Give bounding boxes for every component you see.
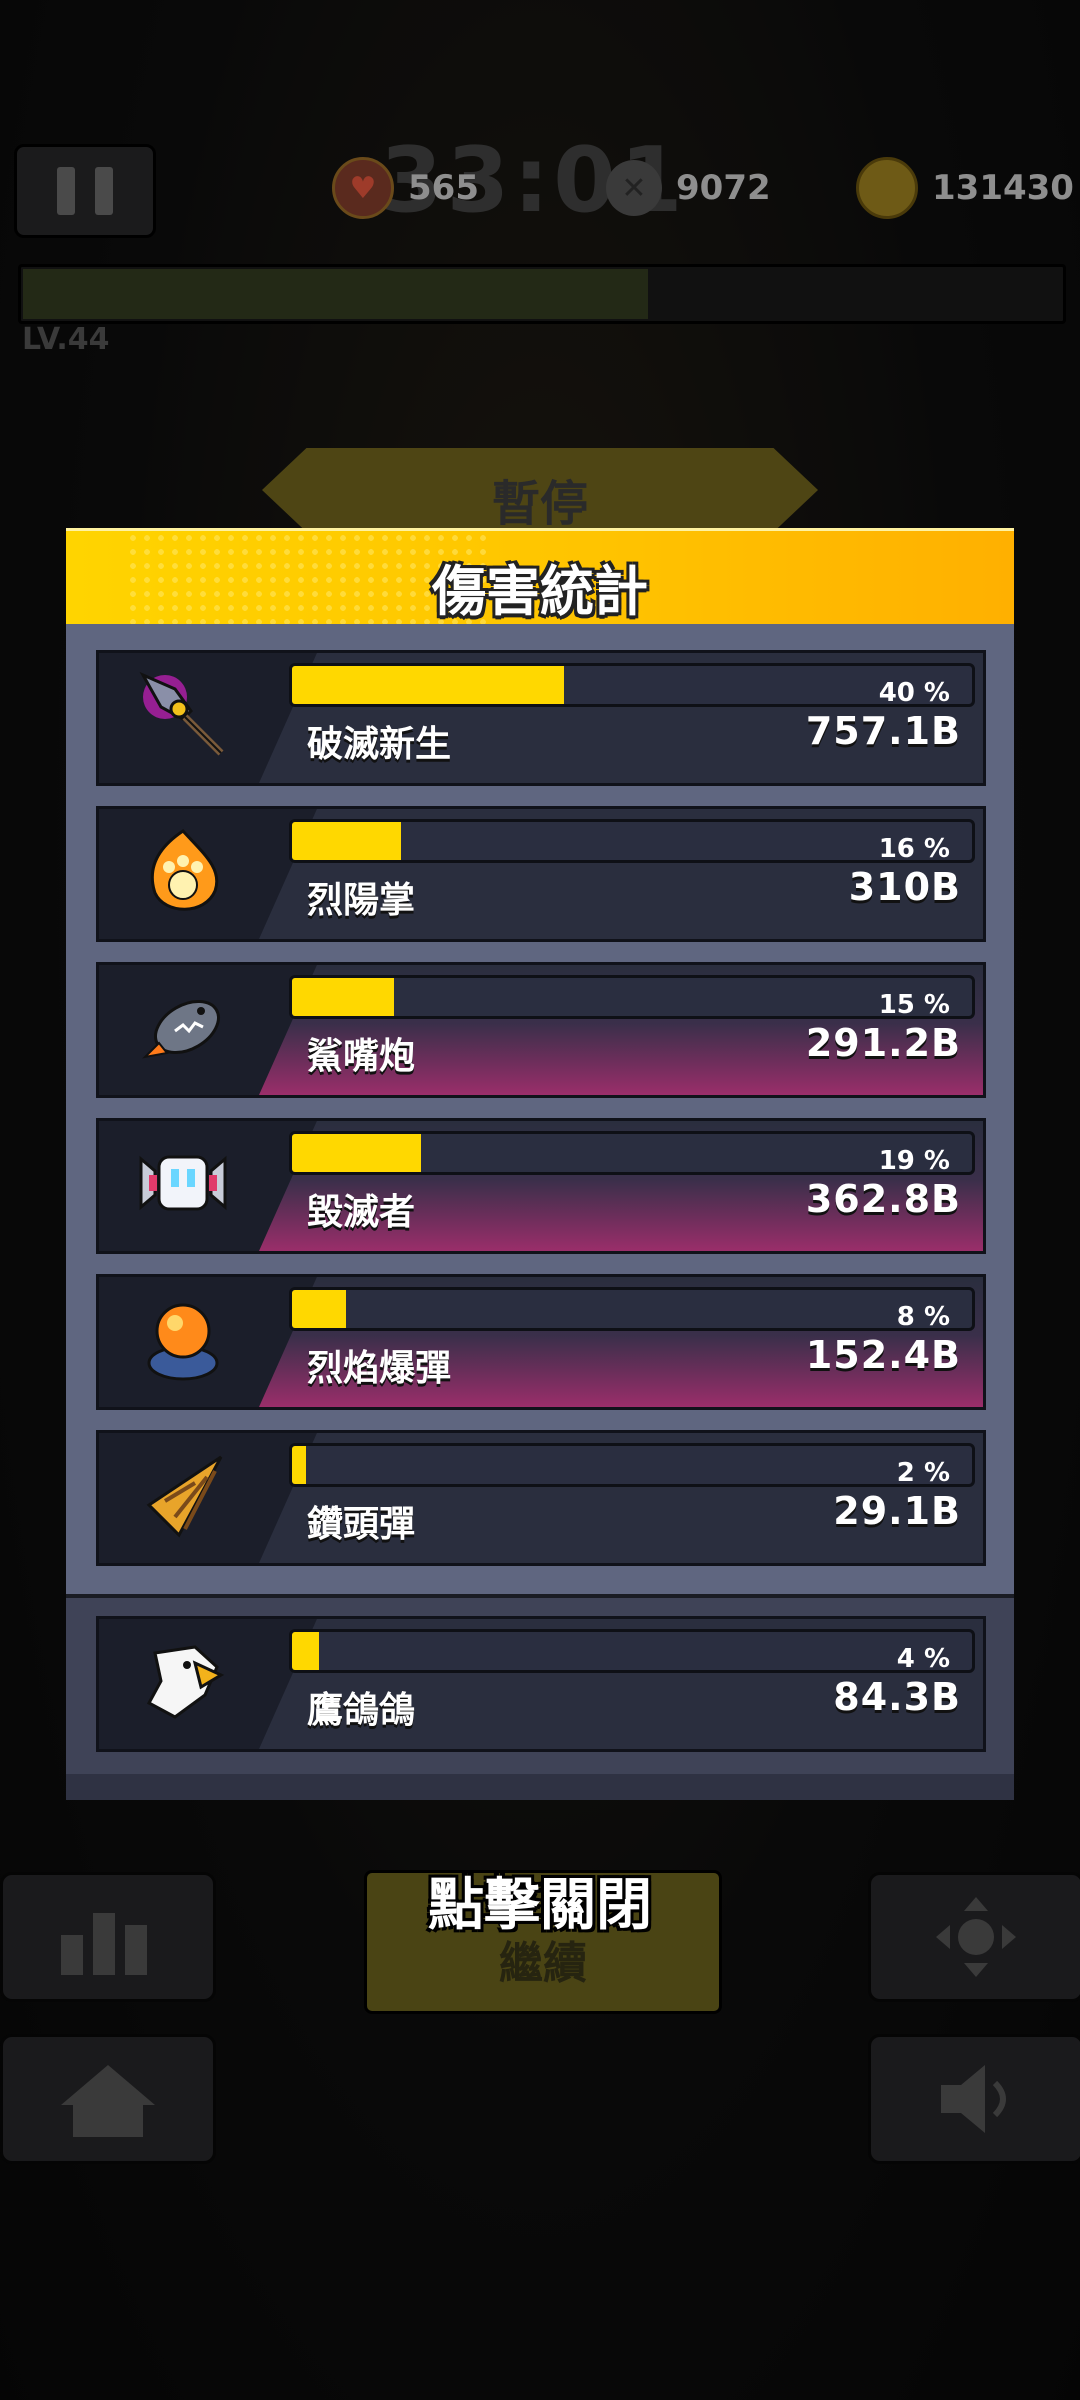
home-button[interactable] — [0, 2034, 216, 2164]
dpad-icon — [936, 1897, 1016, 1977]
controls-button[interactable] — [868, 1872, 1080, 2002]
sound-button[interactable] — [868, 2034, 1080, 2164]
damage-progress-fill — [292, 978, 394, 1016]
panel-header: 傷害統計 — [66, 528, 1014, 627]
damage-stats-panel: 傷害統計 40 % 破滅新生 757.1B 16 % 烈陽掌 310B 15 % 鯊嘴炮 291… — [66, 528, 1014, 1800]
damage-row: 19 % 毀滅者 362.8B — [96, 1118, 986, 1254]
skill-icon-box — [99, 653, 279, 777]
damage-progress-bar: 4 % — [289, 1629, 975, 1674]
damage-progress-fill — [292, 1632, 320, 1670]
skill-name: 烈焰爆彈 — [307, 1348, 452, 1389]
skill-name: 鯊嘴炮 — [307, 1036, 416, 1077]
doom-sword-icon — [135, 667, 231, 763]
damage-progress-bar: 19 % — [289, 1131, 975, 1176]
skill-name: 烈陽掌 — [307, 880, 416, 921]
damage-value: 310B — [848, 865, 961, 909]
damage-percent: 15 % — [878, 990, 950, 1020]
damage-progress-bar: 16 % — [289, 819, 975, 864]
pause-icon-bar — [95, 167, 113, 215]
skill-icon-box — [99, 1433, 279, 1557]
flame-bomb-icon — [135, 1291, 231, 1387]
damage-percent: 4 % — [896, 1644, 950, 1674]
damage-percent: 8 % — [896, 1302, 950, 1332]
drill-shell-icon — [135, 1447, 231, 1543]
damage-row: 16 % 烈陽掌 310B — [96, 806, 986, 942]
home-icon — [61, 2065, 155, 2137]
damage-progress-fill — [292, 1290, 347, 1328]
destroyer-robot-icon — [135, 1135, 231, 1231]
xp-bar-fill — [23, 269, 649, 319]
xp-bar — [18, 264, 1066, 324]
damage-row: 4 % 鷹鴿鴿 84.3B — [96, 1616, 986, 1752]
damage-progress-fill — [292, 1134, 422, 1172]
skill-icon-box — [99, 1619, 279, 1743]
coin-icon — [856, 157, 918, 219]
damage-row: 15 % 鯊嘴炮 291.2B — [96, 962, 986, 1098]
damage-row: 40 % 破滅新生 757.1B — [96, 650, 986, 786]
damage-value: 362.8B — [805, 1177, 961, 1221]
damage-row: 2 % 鑽頭彈 29.1B — [96, 1430, 986, 1566]
skill-icon-box — [99, 809, 279, 933]
heart-icon: ♥ — [332, 157, 394, 219]
coins-value: 131430 — [932, 168, 1074, 208]
pause-button[interactable] — [14, 144, 156, 238]
damage-percent: 2 % — [896, 1458, 950, 1488]
level-label: LV.44 — [22, 322, 110, 357]
skill-name: 鑽頭彈 — [307, 1504, 416, 1545]
stats-button[interactable] — [0, 1872, 216, 2002]
speaker-icon — [941, 2065, 1006, 2133]
damage-row: 8 % 烈焰爆彈 152.4B — [96, 1274, 986, 1410]
damage-percent: 16 % — [878, 834, 950, 864]
panel-title: 傷害統計 — [432, 560, 648, 623]
bar-chart-icon — [61, 1913, 147, 1975]
skill-icon-box — [99, 1277, 279, 1401]
damage-value: 152.4B — [805, 1333, 961, 1377]
damage-value: 29.1B — [833, 1489, 961, 1533]
skill-name: 毀滅者 — [307, 1192, 416, 1233]
damage-progress-bar: 8 % — [289, 1287, 975, 1332]
damage-value: 757.1B — [805, 709, 961, 753]
pause-banner: 暫停 — [262, 448, 818, 532]
damage-progress-fill — [292, 1446, 306, 1484]
shark-cannon-icon — [135, 979, 231, 1075]
skill-name: 破滅新生 — [307, 724, 452, 765]
eagle-pet-icon — [135, 1633, 231, 1729]
damage-progress-bar: 40 % — [289, 663, 975, 708]
damage-progress-fill — [292, 666, 564, 704]
damage-progress-fill — [292, 822, 401, 860]
coins-counter: 131430 — [856, 157, 1074, 219]
panel-footer — [66, 1774, 1014, 1800]
hearts-counter: ♥ 565 — [332, 157, 479, 219]
skill-name: 鷹鴿鴿 — [307, 1690, 416, 1731]
damage-value: 291.2B — [805, 1021, 961, 1065]
damage-percent: 40 % — [878, 678, 950, 708]
damage-progress-bar: 2 % — [289, 1443, 975, 1488]
flame-paw-icon — [135, 823, 231, 919]
skull-icon: ✕ — [606, 160, 662, 216]
damage-percent: 19 % — [878, 1146, 950, 1176]
skill-icon-box — [99, 965, 279, 1089]
pause-title: 暫停 — [491, 476, 588, 532]
skill-icon-box — [99, 1121, 279, 1245]
damage-progress-bar: 15 % — [289, 975, 975, 1020]
kills-counter: ✕ 9072 — [606, 158, 771, 218]
kills-value: 9072 — [676, 168, 771, 208]
pause-icon — [57, 167, 75, 215]
hearts-value: 565 — [408, 168, 479, 208]
damage-value: 84.3B — [833, 1675, 961, 1719]
